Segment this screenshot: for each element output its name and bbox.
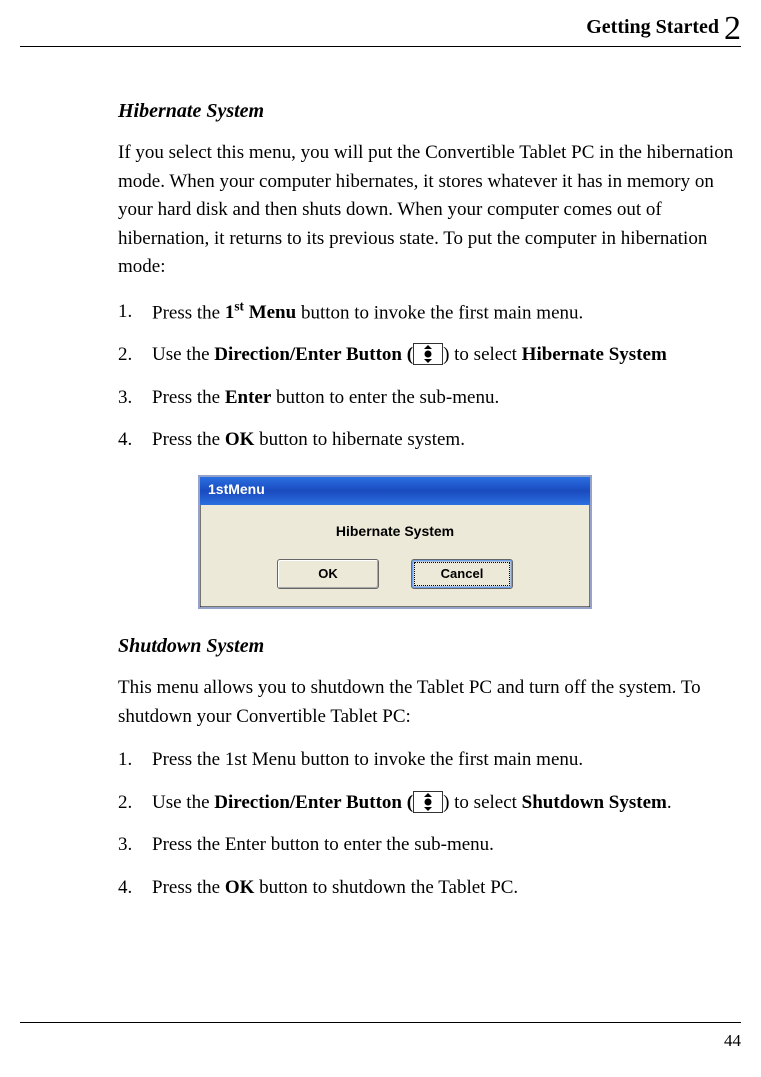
dialog-titlebar[interactable]: 1stMenu — [200, 477, 590, 505]
step-body: Press the 1st Menu button to invoke the … — [152, 296, 741, 329]
step-body: Use the Direction/Enter Button () to sel… — [152, 788, 741, 818]
section-heading-shutdown: Shutdown System — [118, 635, 741, 658]
chapter-number: 2 — [724, 10, 741, 47]
dialog-message: Hibernate System — [200, 505, 590, 553]
step-4: 4. Press the OK button to shutdown the T… — [118, 873, 741, 903]
dialog-button-row: OK Cancel — [200, 553, 590, 607]
cancel-button[interactable]: Cancel — [411, 559, 513, 589]
step-number: 2. — [118, 340, 152, 370]
step-1: 1. Press the 1st Menu button to invoke t… — [118, 296, 741, 329]
step-number: 2. — [118, 788, 152, 818]
step-1: 1. Press the 1st Menu button to invoke t… — [118, 745, 741, 775]
section-name: Getting Started — [586, 16, 719, 38]
intro-paragraph-hibernate: If you select this menu, you will put th… — [118, 139, 741, 282]
step-number: 4. — [118, 425, 152, 455]
intro-paragraph-shutdown: This menu allows you to shutdown the Tab… — [118, 674, 741, 731]
steps-list-shutdown: 1. Press the 1st Menu button to invoke t… — [118, 745, 741, 903]
step-2: 2. Use the Direction/Enter Button () to … — [118, 788, 741, 818]
page-header: Getting Started 2 — [20, 16, 741, 47]
ok-button[interactable]: OK — [277, 559, 379, 589]
header-title: Getting Started 2 — [586, 10, 741, 48]
page: Getting Started 2 Hibernate System If yo… — [0, 0, 761, 1077]
direction-enter-icon — [413, 791, 443, 813]
step-number: 1. — [118, 745, 152, 775]
step-body: Press the Enter button to enter the sub-… — [152, 830, 741, 860]
step-3: 3. Press the Enter button to enter the s… — [118, 830, 741, 860]
step-2: 2. Use the Direction/Enter Button () to … — [118, 340, 741, 370]
steps-list-hibernate: 1. Press the 1st Menu button to invoke t… — [118, 296, 741, 456]
step-3: 3. Press the Enter button to enter the s… — [118, 383, 741, 413]
page-footer: 44 — [20, 1022, 741, 1051]
step-number: 3. — [118, 830, 152, 860]
page-number: 44 — [724, 1031, 741, 1050]
direction-enter-icon — [413, 343, 443, 365]
hibernate-dialog: 1stMenu Hibernate System OK Cancel — [198, 475, 592, 609]
step-number: 4. — [118, 873, 152, 903]
step-number: 1. — [118, 297, 152, 327]
content-area: Hibernate System If you select this menu… — [118, 100, 741, 923]
step-body: Press the Enter button to enter the sub-… — [152, 383, 741, 413]
step-body: Press the 1st Menu button to invoke the … — [152, 745, 741, 775]
step-body: Press the OK button to hibernate system. — [152, 425, 741, 455]
step-number: 3. — [118, 383, 152, 413]
step-4: 4. Press the OK button to hibernate syst… — [118, 425, 741, 455]
step-body: Use the Direction/Enter Button () to sel… — [152, 340, 741, 370]
section-heading-hibernate: Hibernate System — [118, 100, 741, 123]
step-body: Press the OK button to shutdown the Tabl… — [152, 873, 741, 903]
